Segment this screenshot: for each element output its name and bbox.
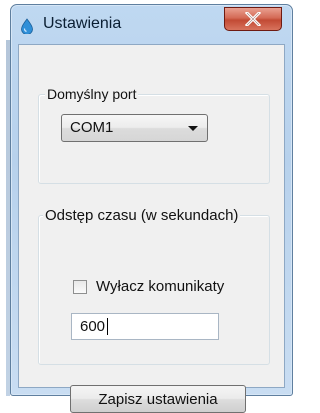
- interval-group: Odstęp czasu (w sekundach) Wyłacz komuni…: [38, 207, 270, 365]
- close-button[interactable]: [224, 7, 282, 31]
- title-bar[interactable]: Ustawienia: [11, 5, 292, 45]
- window-title: Ustawienia: [43, 15, 122, 32]
- water-drop-icon: [21, 18, 33, 34]
- close-x-icon: [245, 12, 261, 26]
- save-settings-button[interactable]: Zapisz ustawienia: [70, 385, 246, 413]
- dialog-client-area: Domyślny port COM1 Odstęp czasu (w sekun…: [18, 44, 285, 413]
- text-caret: [107, 318, 108, 335]
- default-port-group: Domyślny port COM1: [38, 86, 270, 184]
- port-select-value: COM1: [70, 119, 114, 136]
- settings-window: Ustawienia Domyślny port COM1 Odstęp cza…: [10, 4, 293, 413]
- disable-messages-checkbox[interactable]: [73, 280, 87, 294]
- interval-label: Odstęp czasu (w sekundach): [43, 207, 241, 224]
- interval-input[interactable]: 600: [71, 313, 219, 340]
- default-port-label: Domyślny port: [45, 86, 139, 102]
- interval-input-value: 600: [80, 318, 106, 335]
- port-select[interactable]: COM1: [61, 114, 208, 142]
- chevron-down-icon: [188, 126, 198, 131]
- disable-messages-label[interactable]: Wyłacz komunikaty: [96, 278, 224, 295]
